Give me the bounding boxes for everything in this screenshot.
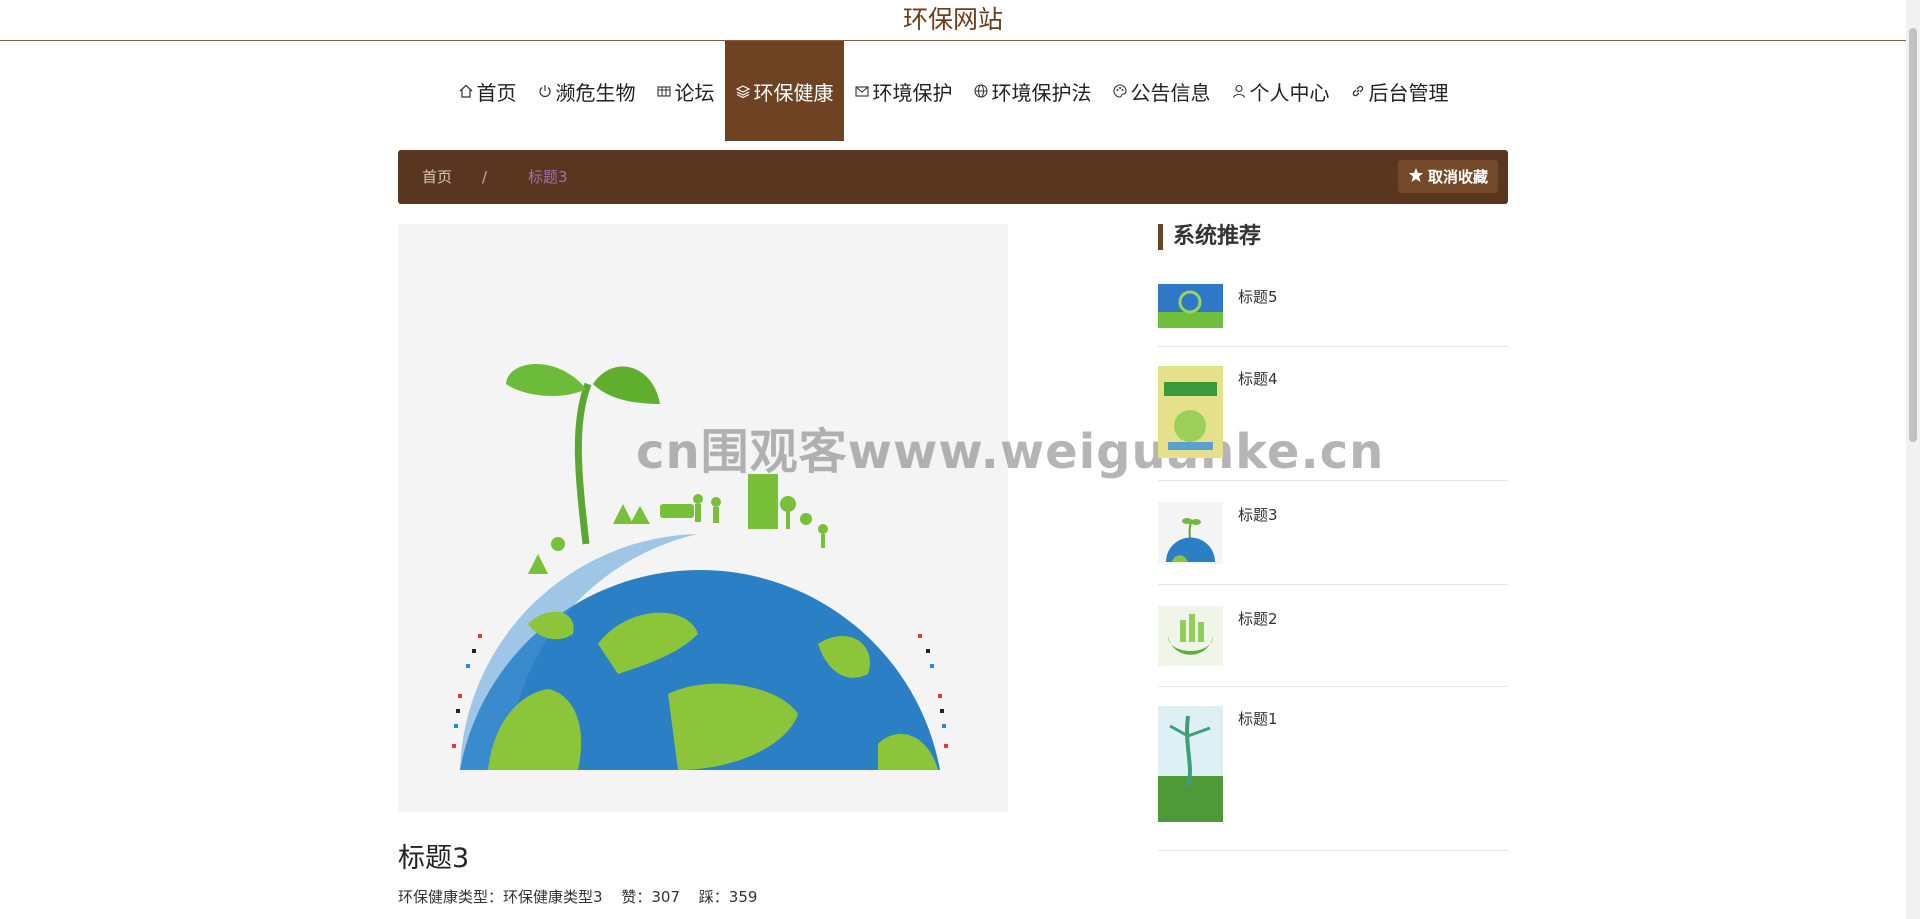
- recommend-thumbnail: [1158, 366, 1223, 458]
- recommend-sidebar: 系统推荐 标题5 标题4 标题3 标题2 标题1: [1158, 224, 1508, 851]
- breadcrumb-current: 标题3: [528, 168, 568, 186]
- recommend-title: 标题2: [1238, 610, 1278, 628]
- article-image: [398, 224, 1008, 812]
- main-nav: 首页 濒危生物 论坛 环保健康 环境保护 环境保护法 公告信息 个人中心 后台管…: [0, 41, 1906, 141]
- nav-item-home[interactable]: 首页: [448, 41, 527, 141]
- breadcrumb: 首页 / 标题3 取消收藏: [398, 150, 1508, 204]
- recommend-item[interactable]: 标题3: [1158, 502, 1508, 585]
- nav-label: 环保健康: [753, 80, 834, 105]
- nav-label: 环境保护法: [991, 80, 1092, 105]
- article-title: 标题3: [398, 843, 470, 874]
- likes-count: 307: [651, 888, 680, 906]
- mail-icon: [854, 83, 870, 99]
- link-icon: [1350, 83, 1366, 99]
- nav-item-notice[interactable]: 公告信息: [1102, 41, 1221, 141]
- nav-item-forum[interactable]: 论坛: [646, 41, 725, 141]
- breadcrumb-separator: /: [482, 168, 488, 186]
- scrollbar-thumb[interactable]: [1909, 28, 1917, 442]
- nav-item-protection[interactable]: 环境保护: [844, 41, 963, 141]
- unfavorite-button[interactable]: 取消收藏: [1397, 160, 1498, 193]
- nav-label: 后台管理: [1368, 80, 1449, 105]
- nav-label: 论坛: [674, 80, 715, 105]
- dislikes-info[interactable]: 踩：359: [699, 888, 758, 906]
- dislikes-count: 359: [728, 888, 758, 906]
- recommend-thumbnail: [1158, 502, 1223, 564]
- nav-item-endangered[interactable]: 濒危生物: [527, 41, 646, 141]
- recommend-thumbnail: [1158, 706, 1223, 822]
- recommend-thumbnail: [1158, 606, 1223, 666]
- type-info: 环保健康类型：环保健康类型3: [398, 888, 603, 906]
- nav-label: 环境保护: [872, 80, 953, 105]
- grid-icon: [656, 83, 672, 99]
- breadcrumb-home[interactable]: 首页: [422, 150, 452, 204]
- user-icon: [1231, 83, 1247, 99]
- type-value: 环保健康类型3: [503, 888, 603, 906]
- nav-item-law[interactable]: 环境保护法: [963, 41, 1102, 141]
- layers-icon: [735, 83, 751, 99]
- recommend-title: 标题1: [1238, 710, 1278, 728]
- site-title[interactable]: 环保网站: [0, 0, 1906, 40]
- power-icon: [537, 83, 553, 99]
- recommend-item[interactable]: 标题2: [1158, 606, 1508, 687]
- article-meta: 环保健康类型：环保健康类型3 赞：307 踩：359: [398, 886, 771, 907]
- page-scrollbar[interactable]: [1906, 0, 1920, 919]
- nav-label: 首页: [476, 80, 517, 105]
- likes-info[interactable]: 赞：307: [621, 888, 680, 906]
- star-icon: [1408, 167, 1424, 187]
- likes-label: 赞：: [621, 888, 652, 906]
- recommend-title: 标题3: [1238, 506, 1278, 524]
- recommend-title: 标题5: [1238, 288, 1278, 306]
- nav-item-profile[interactable]: 个人中心: [1221, 41, 1340, 141]
- nav-label: 个人中心: [1249, 80, 1330, 105]
- recommend-item[interactable]: 标题4: [1158, 366, 1508, 481]
- home-icon: [458, 83, 474, 99]
- nav-label: 濒危生物: [555, 80, 636, 105]
- palette-icon: [1112, 83, 1128, 99]
- dislikes-label: 踩：: [698, 888, 729, 906]
- recommend-title: 标题4: [1238, 370, 1278, 388]
- sidebar-title: 系统推荐: [1158, 224, 1508, 250]
- nav-item-health[interactable]: 环保健康: [724, 41, 844, 141]
- type-label: 环保健康类型：: [398, 888, 504, 906]
- recommend-item[interactable]: 标题5: [1158, 284, 1508, 347]
- site-header: 环保网站: [0, 0, 1906, 41]
- nav-label: 公告信息: [1130, 80, 1211, 105]
- recommend-item[interactable]: 标题1: [1158, 706, 1508, 851]
- nav-item-admin[interactable]: 后台管理: [1340, 41, 1459, 141]
- recommend-thumbnail: [1158, 284, 1223, 328]
- unfavorite-label: 取消收藏: [1427, 168, 1488, 186]
- globe-icon: [973, 83, 989, 99]
